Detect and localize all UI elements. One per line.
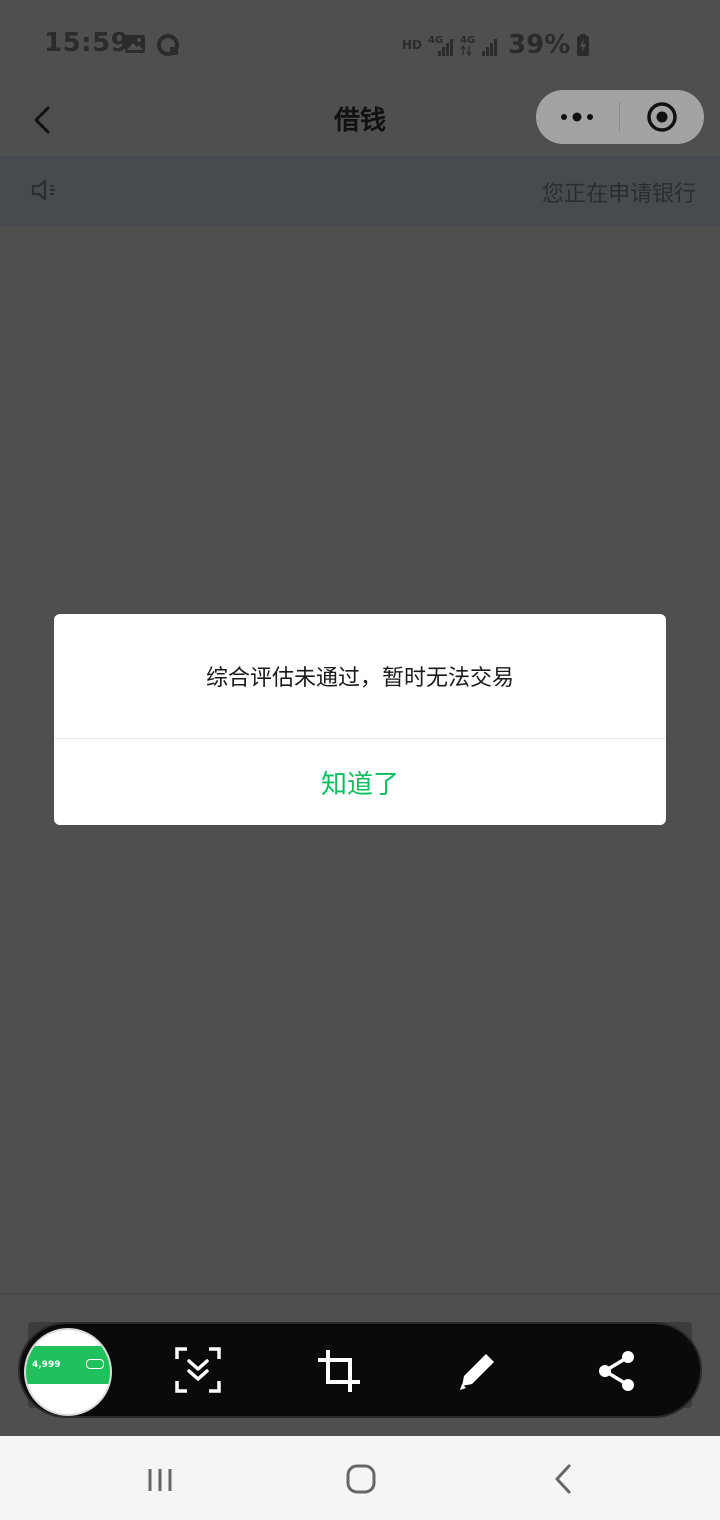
thumb-pill [86, 1359, 104, 1369]
dialog-message: 综合评估未通过，暂时无法交易 [205, 666, 514, 691]
status-time: 15:59 [44, 28, 130, 58]
hd-label: HD [402, 38, 423, 52]
thumb-amount: 4,999 [32, 1360, 61, 1370]
speaker-icon [31, 179, 55, 201]
gallery-icon [125, 35, 145, 53]
target-close-icon[interactable] [645, 100, 679, 134]
thumb-header [26, 1330, 110, 1342]
battery-charging-icon [577, 34, 590, 56]
home-icon[interactable] [344, 1462, 378, 1496]
back-icon[interactable] [550, 1462, 576, 1496]
alert-dialog: 综合评估未通过，暂时无法交易 知道了 [54, 614, 666, 825]
svg-text:4G: 4G [428, 35, 443, 46]
status-bar: 15:59 HD 4G 4G 39% [0, 0, 720, 84]
scroll-capture-icon[interactable] [175, 1347, 221, 1393]
signal-sim2-icon: 4G [460, 35, 498, 57]
share-icon[interactable] [594, 1348, 640, 1394]
notice-bar: 您正在申请银行 [0, 156, 720, 226]
status-indicators: HD 4G 4G 39% [402, 30, 590, 60]
svg-text:4G: 4G [460, 35, 475, 46]
battery-percent: 39% [508, 30, 571, 60]
crop-icon[interactable] [316, 1348, 362, 1394]
capsule-divider [619, 102, 620, 132]
dialog-confirm-button[interactable]: 知道了 [54, 739, 666, 825]
more-dots-icon[interactable] [558, 104, 596, 130]
nav-bar: 借钱 [0, 84, 720, 154]
thumb-card: 4,999 [26, 1346, 110, 1384]
signal-sim1-icon: 4G [428, 35, 454, 56]
mini-program-capsule [536, 90, 704, 144]
system-nav-bar [0, 1436, 720, 1520]
notice-text: 您正在申请银行 [541, 182, 696, 207]
screenshot-toolbar: 4,999 [20, 1324, 700, 1416]
screenshot-thumbnail[interactable]: 4,999 [24, 1328, 112, 1416]
pen-icon[interactable] [454, 1348, 500, 1394]
recent-apps-icon[interactable] [146, 1466, 174, 1494]
bottom-divider [0, 1293, 720, 1294]
q-app-icon [157, 34, 179, 56]
